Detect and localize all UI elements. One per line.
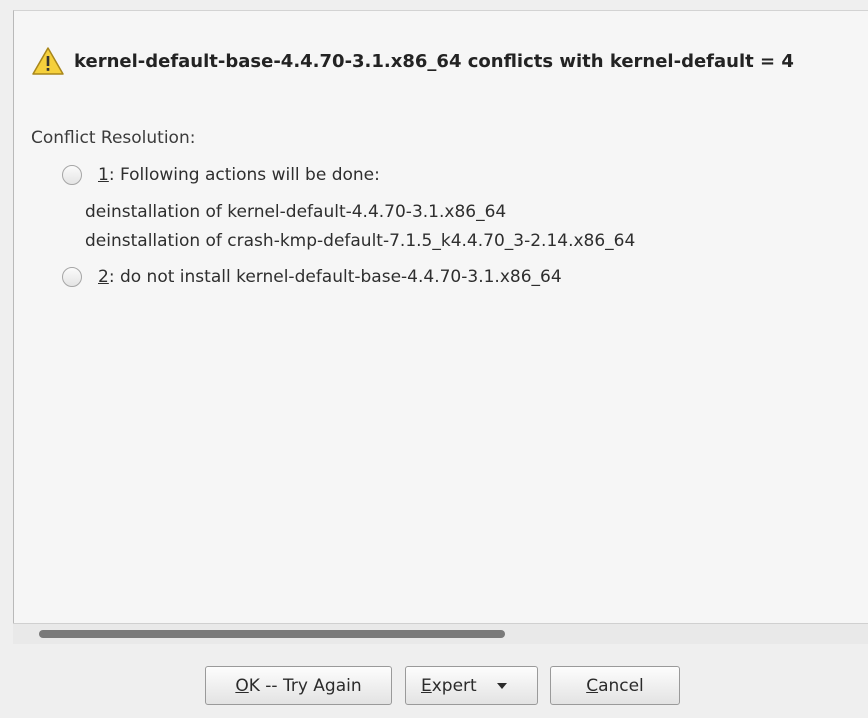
chevron-down-icon [496, 682, 507, 689]
horizontal-scrollbar[interactable] [13, 623, 868, 644]
ok-try-again-button[interactable]: OK -- Try Again [205, 666, 392, 705]
option-1-accel: 1 [98, 165, 109, 185]
option-2-label: 2: do not install kernel-default-base-4.… [98, 264, 562, 290]
conflict-dialog: kernel-default-base-4.4.70-3.1.x86_64 co… [0, 0, 868, 718]
radio-button-1[interactable] [62, 165, 82, 185]
conflict-panel [13, 10, 868, 644]
option-1-label: 1: Following actions will be done: [98, 162, 380, 188]
resolution-option-1[interactable]: 1: Following actions will be done: [62, 162, 380, 188]
expert-label: xpert [431, 675, 477, 696]
conflict-message: kernel-default-base-4.4.70-3.1.x86_64 co… [74, 50, 794, 72]
scrollbar-thumb[interactable] [39, 630, 505, 638]
conflict-resolution-label: Conflict Resolution: [31, 128, 196, 148]
radio-button-2[interactable] [62, 267, 82, 287]
expert-accel: E [421, 675, 432, 696]
option-2-accel: 2 [98, 267, 109, 287]
option-1-detail-1: deinstallation of kernel-default-4.4.70-… [85, 202, 507, 222]
expert-menu-button[interactable]: Expert [405, 666, 538, 705]
resolution-option-2[interactable]: 2: do not install kernel-default-base-4.… [62, 264, 562, 290]
cancel-button[interactable]: Cancel [550, 666, 680, 705]
cancel-label: ancel [598, 675, 644, 696]
option-2-label-text: : do not install kernel-default-base-4.4… [108, 267, 562, 287]
ok-accel: O [235, 675, 249, 696]
option-1-label-text: : Following actions will be done: [108, 165, 380, 185]
ok-label: K -- Try Again [248, 675, 362, 696]
cancel-accel: C [586, 675, 599, 696]
warning-triangle-icon [32, 47, 64, 75]
conflict-headline: kernel-default-base-4.4.70-3.1.x86_64 co… [31, 46, 794, 76]
option-1-detail-2: deinstallation of crash-kmp-default-7.1.… [85, 231, 636, 251]
